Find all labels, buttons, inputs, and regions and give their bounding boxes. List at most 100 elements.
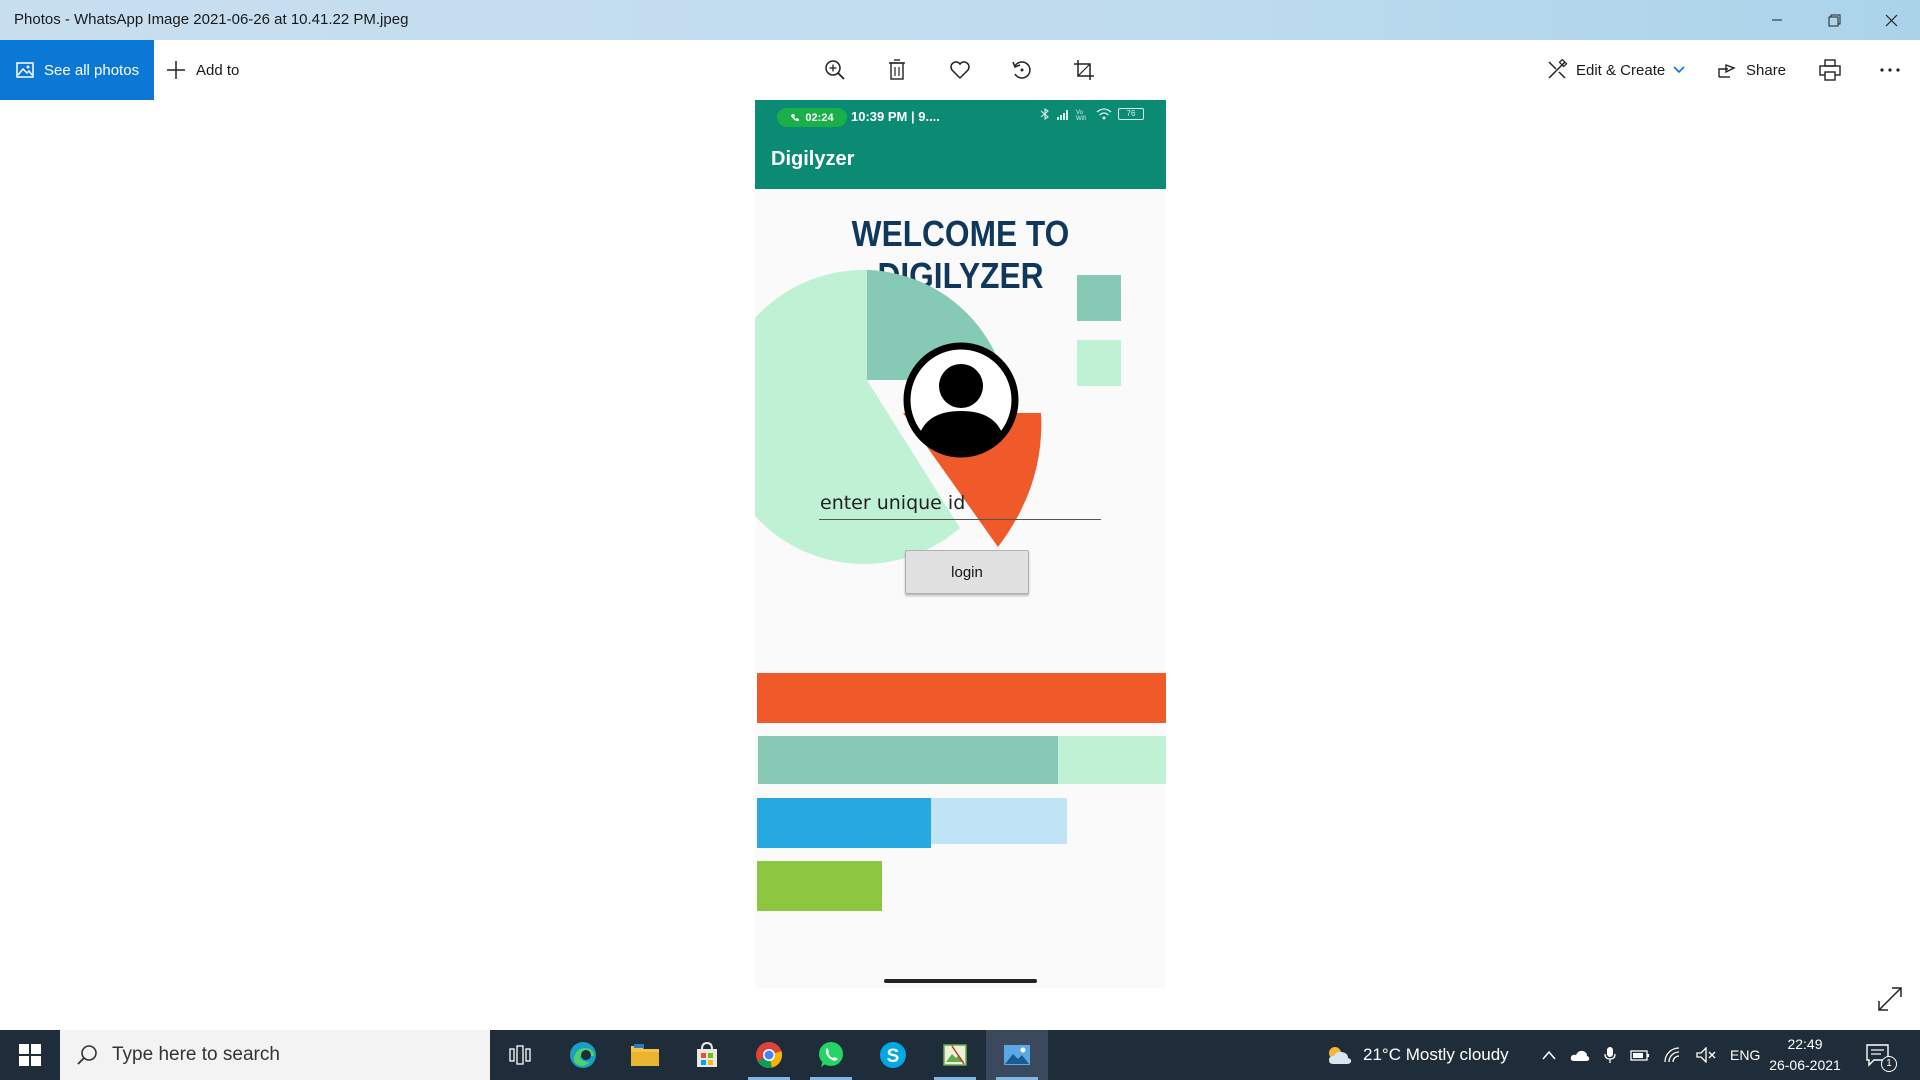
restore-icon — [1828, 14, 1840, 26]
call-timer: 02:24 — [805, 111, 834, 124]
bluetooth-icon — [1040, 108, 1049, 120]
add-to-button[interactable]: Add to — [166, 40, 239, 100]
heart-icon — [950, 61, 970, 80]
login-button[interactable]: login — [905, 550, 1029, 594]
expand-icon — [1878, 987, 1902, 1011]
photos-icon — [16, 62, 34, 78]
weather-text: 21°C Mostly cloudy — [1363, 1045, 1509, 1064]
chevron-down-icon — [1673, 66, 1685, 74]
folder-icon — [631, 1044, 659, 1066]
edit-create-label: Edit & Create — [1576, 61, 1666, 79]
app-title: Digilyzer — [771, 148, 855, 170]
add-to-label: Add to — [196, 61, 240, 79]
taskbar-edge[interactable] — [552, 1030, 614, 1080]
green-bar — [757, 861, 882, 911]
call-indicator: 02:24 — [777, 108, 847, 127]
notifications-button[interactable]: 1 — [1864, 1030, 1897, 1080]
zoom-in-icon — [825, 60, 845, 80]
windows-icon — [19, 1044, 41, 1066]
close-button[interactable] — [1862, 0, 1920, 40]
edit-create-button[interactable]: Edit & Create — [1546, 40, 1685, 100]
favorite-button[interactable] — [944, 54, 976, 86]
taskbar-file-explorer[interactable] — [614, 1030, 676, 1080]
see-all-photos-button[interactable]: See all photos — [0, 40, 154, 100]
taskbar-image-app[interactable] — [924, 1030, 986, 1080]
restore-button[interactable] — [1805, 0, 1863, 40]
taskbar-store[interactable] — [676, 1030, 738, 1080]
clock-time: 22:49 — [1787, 1036, 1823, 1052]
weather-widget[interactable]: 21°C Mostly cloudy — [1325, 1030, 1509, 1080]
unique-id-input[interactable] — [819, 486, 1101, 520]
system-tray: ENG — [1542, 1030, 1760, 1080]
app-bar: Digilyzer — [755, 132, 1166, 189]
taskbar-chrome[interactable] — [738, 1030, 800, 1080]
taskbar-photos[interactable] — [986, 1030, 1048, 1080]
cloudy-weather-icon — [1329, 1047, 1352, 1064]
battery-icon: 76 — [1118, 108, 1144, 120]
taskbar-skype[interactable]: S — [862, 1030, 924, 1080]
minimize-icon — [1772, 19, 1782, 21]
store-icon — [697, 1042, 717, 1067]
signal-icon — [1057, 109, 1068, 120]
more-icon — [1880, 68, 1900, 72]
search-placeholder: Type here to search — [112, 1044, 280, 1065]
minimize-button[interactable] — [1748, 0, 1806, 40]
start-button[interactable] — [0, 1030, 60, 1080]
clock-date: 26-06-2021 — [1769, 1057, 1841, 1073]
windows-taskbar: Type here to search S 21°C Mostly cloudy — [0, 1030, 1920, 1080]
whatsapp-icon — [819, 1042, 843, 1067]
see-all-photos-label: See all photos — [44, 61, 140, 79]
rotate-button[interactable] — [1006, 54, 1038, 86]
task-view-icon — [509, 1045, 531, 1065]
print-button[interactable] — [1814, 54, 1846, 86]
zoom-button[interactable] — [819, 54, 851, 86]
microphone-icon[interactable] — [1604, 1046, 1616, 1064]
share-label: Share — [1746, 61, 1787, 79]
taskbar-search-box[interactable]: Type here to search — [60, 1030, 490, 1080]
edge-icon — [570, 1042, 596, 1068]
status-time: 10:39 PM | 9.... — [851, 109, 940, 124]
close-icon — [1885, 14, 1897, 26]
battery-tray-icon[interactable] — [1630, 1049, 1650, 1061]
network-icon[interactable] — [1664, 1047, 1682, 1063]
wifi-icon — [1096, 108, 1112, 120]
mint-bar — [758, 736, 1058, 784]
phone-screenshot: 02:24 10:39 PM | 9.... Vo Wifi 76 Digilyz… — [755, 100, 1166, 988]
taskbar-clock[interactable]: 22:49 26-06-2021 — [1762, 1034, 1848, 1076]
task-view-button[interactable] — [489, 1030, 551, 1080]
language-indicator[interactable]: ENG — [1730, 1047, 1760, 1063]
skype-icon: S — [880, 1042, 906, 1068]
share-icon — [1718, 63, 1736, 78]
svg-text:Wifi: Wifi — [1076, 116, 1086, 120]
more-options-button[interactable] — [1874, 54, 1906, 86]
phone-call-icon — [791, 113, 800, 121]
taskbar-whatsapp[interactable] — [800, 1030, 862, 1080]
light-mint-bar — [1058, 736, 1166, 784]
orange-bar — [757, 673, 1166, 723]
background-illustration — [755, 270, 1121, 564]
printer-icon — [1819, 59, 1841, 81]
status-icons: Vo Wifi 76 — [1040, 108, 1144, 120]
speaker-muted-icon[interactable] — [1696, 1047, 1716, 1063]
window-title-bar: Photos - WhatsApp Image 2021-06-26 at 10… — [0, 0, 1920, 40]
share-button[interactable]: Share — [1716, 40, 1786, 100]
phone-status-bar: 02:24 10:39 PM | 9.... Vo Wifi 76 — [755, 100, 1166, 132]
home-indicator — [884, 979, 1037, 983]
plus-icon — [167, 61, 185, 79]
full-screen-button[interactable] — [1876, 985, 1906, 1015]
trash-icon — [889, 59, 905, 80]
chevron-up-icon[interactable] — [1542, 1050, 1556, 1060]
battery-level: 76 — [1126, 109, 1136, 118]
photos-app-icon — [1004, 1045, 1030, 1065]
rotate-icon — [1012, 61, 1031, 79]
crop-button[interactable] — [1068, 54, 1100, 86]
avatar-icon — [903, 342, 1019, 458]
delete-button[interactable] — [881, 54, 913, 86]
light-blue-bar — [931, 798, 1067, 844]
onedrive-icon[interactable] — [1570, 1048, 1590, 1062]
volte-icon: VoWifi — [1076, 110, 1086, 120]
edit-icon — [1548, 59, 1568, 79]
blue-bar — [757, 798, 931, 848]
crop-icon — [1074, 60, 1094, 80]
search-icon — [77, 1045, 97, 1065]
